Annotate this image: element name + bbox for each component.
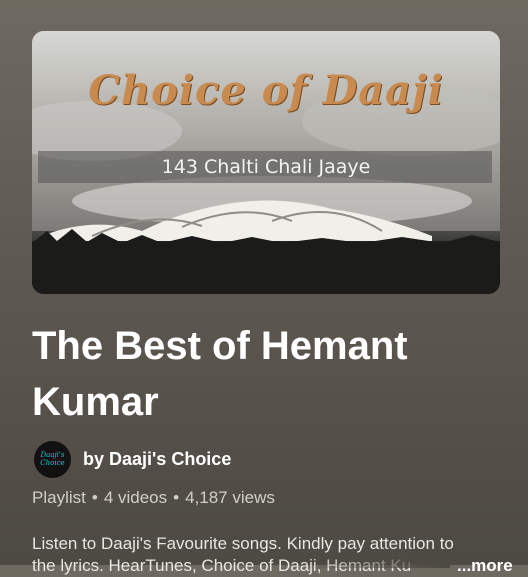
avatar-text: Daaji's Choice — [40, 451, 65, 467]
playlist-meta: Playlist • 4 videos • 4,187 views — [32, 488, 275, 508]
owner-link[interactable]: by Daaji's Choice — [83, 449, 231, 470]
thumbnail-brand-text: Choice of Daaji — [88, 67, 444, 114]
description-fade — [300, 556, 450, 568]
avatar[interactable]: Daaji's Choice — [34, 440, 71, 478]
meta-separator: • — [173, 488, 180, 507]
playlist-description: Listen to Daaji's Favourite songs. Kindl… — [32, 534, 454, 575]
video-count: 4 videos — [103, 488, 168, 507]
view-count: 4,187 views — [185, 488, 275, 507]
playlist-owner[interactable]: Daaji's Choice by Daaji's Choice — [34, 440, 231, 478]
thumbnail-song-text: 143 Chalti Chali Jaaye — [161, 156, 371, 178]
more-button[interactable]: ...more — [457, 555, 513, 577]
meta-separator: • — [91, 488, 98, 507]
playlist-type: Playlist — [32, 488, 86, 507]
playlist-thumbnail[interactable]: Choice of Daaji 143 Chalti Chali Jaaye — [32, 31, 500, 294]
playlist-title: The Best of Hemant Kumar — [32, 324, 408, 424]
